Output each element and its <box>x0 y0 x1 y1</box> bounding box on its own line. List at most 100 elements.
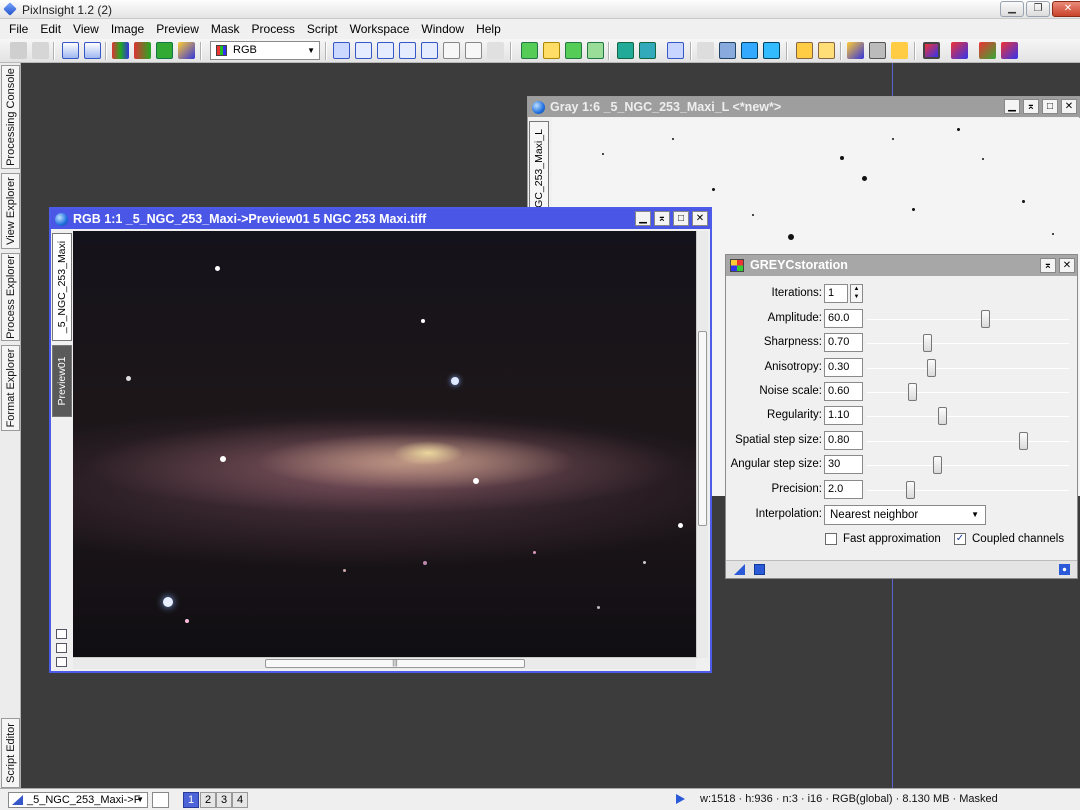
spatial-step-slider[interactable] <box>867 432 1069 450</box>
view-options-icon[interactable] <box>152 792 169 808</box>
vertical-scroll-thumb[interactable] <box>698 331 707 526</box>
slider-handle[interactable] <box>938 407 947 425</box>
slider-handle[interactable] <box>933 456 942 474</box>
tile-windows-icon[interactable] <box>667 42 684 59</box>
view-selector[interactable]: _5_NGC_253_Maxi->F ▼ <box>8 792 148 808</box>
mask-enable-icon[interactable] <box>521 42 538 59</box>
menu-help[interactable]: Help <box>470 19 507 39</box>
precision-slider[interactable] <box>867 481 1069 499</box>
menu-image[interactable]: Image <box>105 19 150 39</box>
slider-handle[interactable] <box>923 334 932 352</box>
display-red-icon[interactable] <box>951 42 968 59</box>
tab-main-view[interactable]: _5_NGC_253_Maxi <box>52 233 72 341</box>
tab-process-explorer[interactable]: Process Explorer <box>1 253 20 341</box>
iterations-spinner[interactable]: ▲ ▼ <box>850 284 863 303</box>
zoom-out-mini-icon[interactable] <box>56 643 67 653</box>
tab-script-editor[interactable]: Script Editor <box>1 718 20 788</box>
slider-handle[interactable] <box>908 383 917 401</box>
display-green-icon[interactable] <box>979 42 996 59</box>
tab-view-explorer[interactable]: View Explorer <box>1 173 20 249</box>
duplicate-image-icon[interactable] <box>84 42 101 59</box>
script-debug-icon[interactable] <box>818 42 835 59</box>
tab-format-explorer[interactable]: Format Explorer <box>1 345 20 431</box>
slider-handle[interactable] <box>906 481 915 499</box>
menu-preview[interactable]: Preview <box>150 19 205 39</box>
menu-edit[interactable]: Edit <box>34 19 67 39</box>
process-icon[interactable] <box>697 42 714 59</box>
fit-view-icon[interactable] <box>421 42 438 59</box>
close-icon[interactable]: ✕ <box>1052 1 1080 17</box>
greycstoration-titlebar[interactable]: GREYCstoration ⌅ ✕ <box>726 255 1077 276</box>
favorites-icon[interactable] <box>891 42 908 59</box>
screen-transfer-icon[interactable] <box>617 42 634 59</box>
restore-icon[interactable]: ❐ <box>1026 1 1050 17</box>
minimize-icon[interactable]: ▁ <box>1000 1 1024 17</box>
tab-preview01[interactable]: Preview01 <box>52 345 72 417</box>
pan-mode-icon[interactable] <box>399 42 416 59</box>
horizontal-scrollbar[interactable]: ||| <box>73 657 696 669</box>
readout-mode-icon[interactable] <box>333 42 350 59</box>
edit-preview-icon[interactable] <box>465 42 482 59</box>
shade-icon[interactable]: ▁ <box>1004 99 1020 114</box>
undo-icon[interactable] <box>10 42 27 59</box>
vertical-scrollbar[interactable] <box>696 231 708 658</box>
shade-icon[interactable]: ▁ <box>635 211 651 226</box>
anisotropy-input[interactable]: 0.30 <box>824 358 863 377</box>
redo-icon[interactable] <box>32 42 49 59</box>
collapse-icon[interactable]: ⌅ <box>654 211 670 226</box>
slider-handle[interactable] <box>981 310 990 328</box>
workspace-1-button[interactable]: 1 <box>183 792 199 808</box>
display-channels-icon[interactable] <box>923 42 940 59</box>
zoom-in-mini-icon[interactable] <box>56 629 67 639</box>
horizontal-scroll-thumb[interactable]: ||| <box>265 659 525 668</box>
mask-show-icon[interactable] <box>543 42 560 59</box>
zoom-out-icon[interactable] <box>377 42 394 59</box>
mask-invert-icon[interactable] <box>565 42 582 59</box>
new-instance-icon[interactable] <box>734 564 745 575</box>
iterations-input[interactable]: 1 <box>824 284 848 303</box>
workspace-2-button[interactable]: 2 <box>200 792 216 808</box>
color-space-select[interactable]: RGB ▼ <box>210 41 320 60</box>
zoom-one-mini-icon[interactable] <box>56 657 67 667</box>
menu-workspace[interactable]: Workspace <box>344 19 416 39</box>
fast-approximation-checkbox[interactable]: Fast approximation <box>825 533 941 545</box>
angular-step-slider[interactable] <box>867 456 1069 474</box>
auto-stretch-icon[interactable] <box>639 42 656 59</box>
menu-mask[interactable]: Mask <box>205 19 246 39</box>
interpolation-select[interactable]: Nearest neighbor ▼ <box>824 505 986 525</box>
new-preview-icon[interactable] <box>443 42 460 59</box>
script-run-icon[interactable] <box>796 42 813 59</box>
close-icon[interactable]: ✕ <box>1061 99 1077 114</box>
menu-view[interactable]: View <box>67 19 105 39</box>
angular-step-input[interactable]: 30 <box>824 455 863 474</box>
slider-handle[interactable] <box>927 359 936 377</box>
anisotropy-slider[interactable] <box>867 359 1069 377</box>
galaxy-image-canvas[interactable] <box>73 231 696 658</box>
sharpness-input[interactable]: 0.70 <box>824 333 863 352</box>
slider-handle[interactable] <box>1019 432 1028 450</box>
regularity-slider[interactable] <box>867 407 1069 425</box>
new-image-icon[interactable] <box>62 42 79 59</box>
coupled-channels-checkbox[interactable]: ✓ Coupled channels <box>954 533 1064 545</box>
maximize-icon[interactable]: □ <box>1042 99 1058 114</box>
rgb-window-titlebar[interactable]: RGB 1:1 _5_NGC_253_Maxi->Preview01 5 NGC… <box>51 209 710 229</box>
process-view-icon[interactable] <box>719 42 736 59</box>
regularity-input[interactable]: 1.10 <box>824 406 863 425</box>
precision-input[interactable]: 2.0 <box>824 480 863 499</box>
play-icon[interactable] <box>676 794 685 804</box>
noise-scale-input[interactable]: 0.60 <box>824 382 863 401</box>
process-global-icon[interactable] <box>741 42 758 59</box>
pointer-icon[interactable] <box>487 42 504 59</box>
menu-script[interactable]: Script <box>301 19 344 39</box>
apply-global-icon[interactable] <box>1059 564 1070 575</box>
apply-icon[interactable] <box>754 564 765 575</box>
collapse-icon[interactable]: ⌅ <box>1023 99 1039 114</box>
amplitude-slider[interactable] <box>867 310 1069 328</box>
spatial-step-input[interactable]: 0.80 <box>824 431 863 450</box>
rgb-channels-icon[interactable] <box>112 42 129 59</box>
tab-processing-console[interactable]: Processing Console <box>1 65 20 169</box>
display-blue-icon[interactable] <box>1001 42 1018 59</box>
channel-blue-icon[interactable] <box>178 42 195 59</box>
mask-remove-icon[interactable] <box>587 42 604 59</box>
menu-file[interactable]: File <box>3 19 34 39</box>
